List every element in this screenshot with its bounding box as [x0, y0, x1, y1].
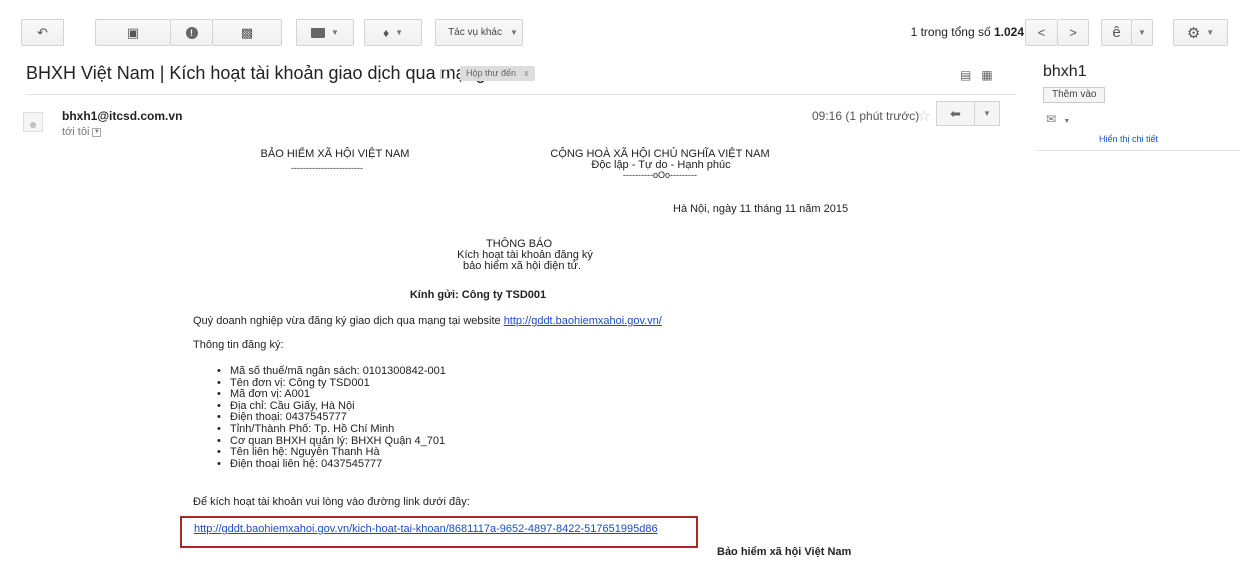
intro-paragraph: Quý doanh nghiệp vừa đăng ký giao dịch q…: [193, 315, 662, 327]
list-item: Tỉnh/Thành Phố: Tp. Hồ Chí Minh: [217, 423, 446, 436]
report-spam-button[interactable]: !: [170, 19, 212, 46]
chevron-left-icon: <: [1037, 25, 1046, 40]
chevron-down-icon: ▼: [1138, 28, 1146, 37]
chevron-down-icon: ▼: [1063, 118, 1071, 125]
activate-instruction: Để kích hoạt tài khoản vui lòng vào đườn…: [193, 496, 470, 508]
chevron-down-icon: ▼: [1206, 28, 1215, 37]
registration-info-list: Mã số thuế/mã ngân sách: 0101300842-001 …: [217, 365, 446, 471]
info-heading: Thông tin đăng ký:: [193, 339, 284, 351]
chevron-down-icon: ▼: [983, 109, 991, 118]
website-link[interactable]: http://gddt.baohiemxahoi.gov.vn/: [504, 315, 662, 327]
envelope-icon: ✉: [1046, 112, 1057, 126]
gear-icon: ⚙: [1186, 24, 1201, 42]
activation-link[interactable]: http://gddt.baohiemxahoi.gov.vn/kich-hoa…: [194, 523, 658, 535]
report-spam-icon: !: [185, 26, 198, 39]
list-item: Tên liên hệ: Nguyễn Thanh Hà: [217, 447, 446, 459]
label-tag-icon: ♦: [382, 25, 390, 40]
organization-underline: ------------------------: [291, 163, 363, 173]
show-details-link[interactable]: Hiển thị chi tiết: [1099, 134, 1158, 144]
reply-icon: ⬅: [950, 105, 961, 121]
person-icon: ☻: [27, 120, 39, 131]
move-to-button[interactable]: ▼: [296, 19, 354, 46]
print-actions: ▤▦: [960, 68, 1003, 82]
signature: Bảo hiểm xã hội Việt Nam: [717, 546, 852, 558]
arrow-left-icon: ↶: [37, 24, 48, 40]
pager-count: 1 trong tổng số 1.024: [910, 25, 1024, 39]
list-item: Mã số thuế/mã ngân sách: 0101300842-001: [217, 365, 446, 378]
recipients[interactable]: tới tôi ▼: [62, 126, 102, 138]
archive-button[interactable]: ▣: [95, 19, 170, 46]
folder-icon: [311, 27, 326, 38]
message-time: 09:16 (1 phút trước): [812, 109, 920, 123]
recipient-details-icon[interactable]: ▼: [92, 127, 102, 137]
more-actions-button[interactable]: Tác vụ khác ▼: [435, 19, 523, 46]
email-subject: BHXH Việt Nam | Kích hoạt tài khoản giao…: [26, 63, 486, 83]
reply-button[interactable]: ⬅: [936, 101, 975, 126]
more-actions-label: Tác vụ khác: [448, 27, 502, 38]
star-icon[interactable]: ☆: [917, 106, 931, 126]
divider: [26, 94, 1016, 95]
list-item: Điện thoại liên hệ: 0437545777: [217, 458, 446, 471]
settings-button[interactable]: ⚙ ▼: [1173, 19, 1228, 46]
important-marker[interactable]: [440, 69, 450, 79]
contact-email-action[interactable]: ✉ ▼: [1046, 112, 1070, 126]
trash-icon: ▩: [240, 24, 254, 40]
notice-subtitle-2: bảo hiểm xã hội điện tử.: [462, 260, 582, 272]
chevron-down-icon: ▼: [331, 28, 339, 37]
input-tools-dropdown[interactable]: ▼: [1131, 19, 1153, 46]
print-icon[interactable]: ▤: [960, 68, 981, 82]
input-tools-button[interactable]: ê: [1101, 19, 1131, 46]
remove-label-icon[interactable]: x: [524, 68, 529, 78]
archive-icon: ▣: [126, 24, 140, 40]
delete-button[interactable]: ▩: [212, 19, 282, 46]
organization-name: BẢO HIỂM XÃ HỘI VIỆT NAM: [260, 148, 410, 160]
divider: [1036, 150, 1240, 151]
chevron-right-icon: >: [1069, 25, 1077, 40]
prev-button[interactable]: <: [1025, 19, 1057, 46]
letter-date: Hà Nội, ngày 11 tháng 11 năm 2015: [673, 203, 849, 215]
toolbar: ↶ ▣ ! ▩ ▼ ♦ ▼ Tác vụ khác ▼ 1 trong tổng…: [0, 0, 1248, 56]
chevron-down-icon: ▼: [395, 28, 404, 37]
sender-email[interactable]: bhxh1@itcsd.com.vn: [62, 109, 182, 123]
greeting: Kính gửi: Công ty TSD001: [409, 289, 547, 301]
inbox-label[interactable]: Hộp thư đến x: [460, 66, 535, 81]
contact-name: bhxh1: [1043, 63, 1087, 80]
labels-button[interactable]: ♦ ▼: [364, 19, 422, 46]
next-button[interactable]: >: [1057, 19, 1089, 46]
back-button[interactable]: ↶: [21, 19, 64, 46]
add-contact-button[interactable]: Thêm vào: [1043, 87, 1106, 103]
input-tools-label: ê: [1112, 24, 1121, 41]
motto-underline: ----------oOo---------: [623, 170, 697, 180]
chevron-down-icon: ▼: [510, 28, 518, 37]
new-window-icon[interactable]: ▦: [981, 68, 1002, 82]
avatar: ☻: [23, 112, 43, 132]
more-options-button[interactable]: ▼: [975, 101, 1000, 126]
